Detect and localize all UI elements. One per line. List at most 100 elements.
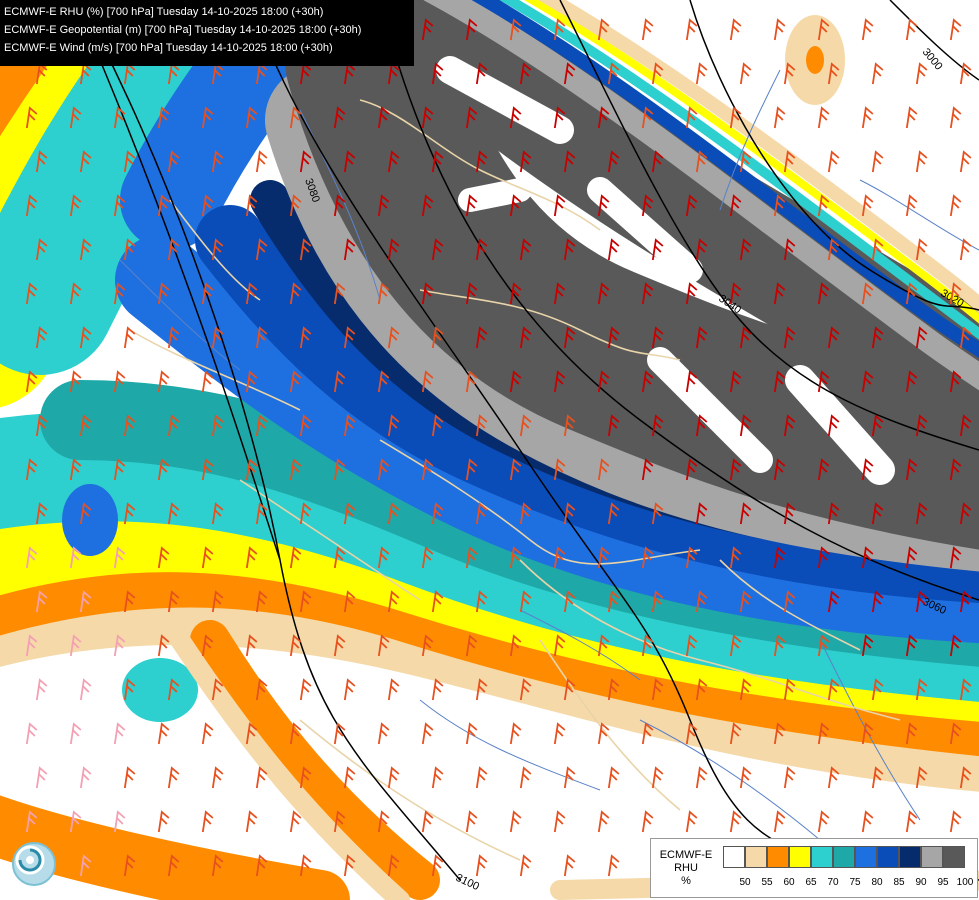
legend-tick-label: 70 (827, 877, 839, 888)
wind-barb (949, 810, 962, 833)
wind-barb (343, 766, 356, 789)
wind-barb (871, 150, 884, 173)
wind-barb (949, 194, 962, 217)
wind-barb (695, 766, 708, 789)
legend-swatch (745, 846, 767, 868)
wind-barb (509, 722, 522, 745)
wind-barb (773, 106, 786, 129)
legend-tick-label: 95 (937, 877, 949, 888)
legend-tick-label: 50 (739, 877, 751, 888)
wind-barb (167, 766, 180, 789)
rhu-hole (458, 178, 532, 212)
wind-barb (201, 722, 214, 745)
legend-swatch (899, 846, 921, 868)
wind-barb (739, 766, 752, 789)
wind-barb (641, 18, 654, 41)
wind-barb (915, 150, 928, 173)
legend-swatch (723, 846, 745, 868)
wind-barb (553, 722, 566, 745)
wind-barb (79, 678, 92, 701)
wind-barb (465, 810, 478, 833)
legend-swatch (767, 846, 789, 868)
wind-barb (563, 766, 576, 789)
wind-barb (211, 766, 224, 789)
legend-title: ECMWF-E RHU % (655, 849, 717, 888)
wind-barb (519, 854, 532, 877)
wind-barb (79, 766, 92, 789)
wind-barb (299, 678, 312, 701)
wind-barb (641, 810, 654, 833)
wind-barb (431, 678, 444, 701)
legend-tick-label: 90 (915, 877, 927, 888)
legend-tick-label: 65 (805, 877, 817, 888)
wind-barb (475, 766, 488, 789)
wind-barb (421, 722, 434, 745)
wind-barb (949, 18, 962, 41)
legend-tick-label: 80 (871, 877, 883, 888)
legend-tick-label: 75 (849, 877, 861, 888)
wind-barb (113, 722, 126, 745)
legend-tick-label: 55 (761, 877, 773, 888)
wind-barb (123, 766, 136, 789)
legend-swatch (811, 846, 833, 868)
wind-barb (695, 62, 708, 85)
wind-barb (553, 810, 566, 833)
wind-barb (905, 106, 918, 129)
wind-barb (35, 678, 48, 701)
map-header: ECMWF-E RHU (%) [700 hPa] Tuesday 14-10-… (0, 0, 414, 66)
wind-barb (915, 62, 928, 85)
wind-barb (861, 810, 874, 833)
wind-barb (509, 810, 522, 833)
rhu-band-60-south (190, 620, 440, 900)
wind-barb (25, 722, 38, 745)
wind-barb (773, 18, 786, 41)
wind-barb (553, 194, 566, 217)
legend-title-unit: % (681, 875, 691, 887)
wind-barb (783, 766, 796, 789)
wind-barb (607, 766, 620, 789)
wind-barb (563, 854, 576, 877)
wind-barb (949, 106, 962, 129)
wind-barb (773, 810, 786, 833)
legend-swatch (833, 846, 855, 868)
wind-barb (959, 150, 972, 173)
wind-barb (739, 62, 752, 85)
wind-barb (35, 766, 48, 789)
wind-barb (377, 722, 390, 745)
wind-barb (817, 810, 830, 833)
wind-barb (729, 810, 742, 833)
wind-barb (685, 18, 698, 41)
wind-barb (519, 766, 532, 789)
header-rhu-line: ECMWF-E RHU (%) [700 hPa] Tuesday 14-10-… (4, 6, 324, 18)
weather-map: 3000 3020 3040 3060 3080 3100 3080 ECMWF… (0, 0, 979, 900)
wind-barb (387, 678, 400, 701)
wind-barb (729, 18, 742, 41)
header-geopotential-line: ECMWF-E Geopotential (m) [700 hPa] Tuesd… (4, 24, 362, 36)
wind-barb (871, 62, 884, 85)
legend-tick-label: 85 (893, 877, 905, 888)
rhu-blob-60 (806, 46, 824, 74)
legend-swatch (877, 846, 899, 868)
wind-barb (607, 238, 620, 261)
legend-swatch (921, 846, 943, 868)
wind-barb (123, 326, 136, 349)
wind-barb (905, 18, 918, 41)
legend-title-model: ECMWF-E (659, 849, 713, 861)
wind-barb (245, 810, 258, 833)
legend-tick-label: 100 (956, 877, 974, 888)
legend-swatch (789, 846, 811, 868)
wind-barb (255, 150, 268, 173)
rhu-blob-80 (62, 484, 118, 556)
map-canvas: 3000 3020 3040 3060 3080 3100 3080 (0, 0, 979, 900)
wind-barb (201, 810, 214, 833)
legend-tick-label: 60 (783, 877, 795, 888)
wind-barb (861, 18, 874, 41)
legend-swatches (723, 846, 965, 868)
rhu-fill-layer (0, 0, 979, 900)
rhu-legend: ECMWF-E RHU % 50 55 60 65 70 75 80 85 90 95 100 (650, 838, 978, 898)
header-wind-line: ECMWF-E Wind (m/s) [700 hPa] Tuesday 14-… (4, 42, 333, 54)
wind-barb (157, 722, 170, 745)
wind-barb (905, 810, 918, 833)
wind-barb (343, 678, 356, 701)
legend-swatch (855, 846, 877, 868)
